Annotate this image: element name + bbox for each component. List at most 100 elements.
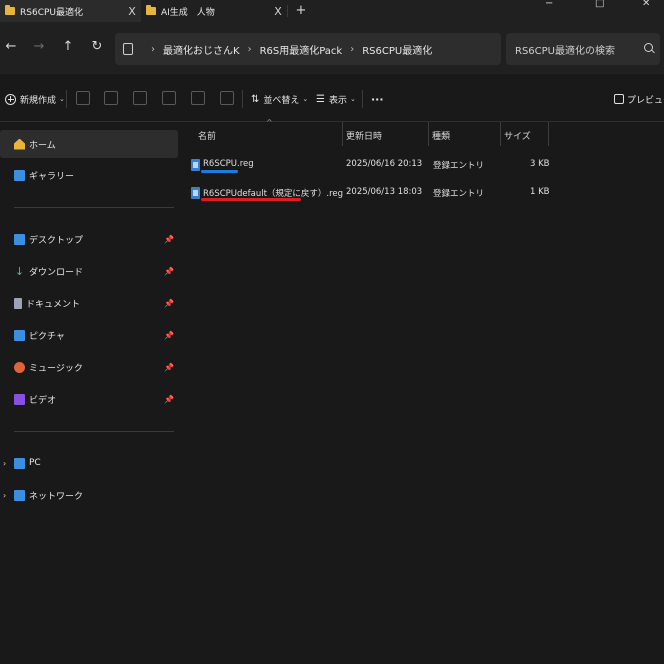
- sidebar-item-network[interactable]: › ネットワーク: [0, 481, 178, 509]
- preview-pane-icon: [614, 94, 624, 104]
- sidebar-item-label: PC: [29, 458, 41, 468]
- column-divider[interactable]: [428, 122, 429, 146]
- refresh-button[interactable]: ↻: [89, 39, 105, 55]
- new-label: 新規作成: [20, 95, 57, 106]
- sort-ascending-icon: ^: [266, 118, 273, 127]
- sidebar-item-gallery[interactable]: ギャラリー: [0, 161, 178, 189]
- chevron-down-icon: ⌄: [349, 95, 356, 103]
- breadcrumb-separator[interactable]: ›: [151, 44, 155, 55]
- share-icon[interactable]: [191, 91, 205, 105]
- file-type: 登録エントリ: [433, 189, 485, 199]
- close-window-button[interactable]: ✕: [642, 0, 650, 9]
- sidebar-item-label: ダウンロード: [29, 267, 84, 278]
- sidebar-item-desktop[interactable]: デスクトップ 📌: [0, 225, 178, 253]
- new-tab-button[interactable]: +: [292, 2, 310, 20]
- desktop-icon: [14, 233, 25, 245]
- documents-icon: [14, 297, 22, 309]
- column-header-size[interactable]: サイズ: [504, 127, 531, 147]
- sort-button[interactable]: ⇅ 並べ替え ⌄: [251, 91, 308, 107]
- pin-icon[interactable]: 📌: [164, 299, 174, 308]
- file-type: 登録エントリ: [433, 161, 485, 171]
- close-tab-icon[interactable]: X: [269, 5, 287, 18]
- sidebar-item-documents[interactable]: ドキュメント 📌: [0, 289, 178, 317]
- pin-icon[interactable]: 📌: [164, 395, 174, 404]
- gallery-icon: [14, 169, 25, 181]
- column-header-name[interactable]: 名前: [198, 127, 216, 147]
- cut-icon[interactable]: [76, 91, 90, 105]
- breadcrumb-separator[interactable]: ›: [248, 44, 252, 55]
- sidebar-item-home[interactable]: ホーム: [0, 130, 178, 158]
- column-header-modified[interactable]: 更新日時: [346, 127, 382, 147]
- sidebar-item-label: ビデオ: [29, 395, 57, 406]
- view-label: 表示: [328, 95, 347, 106]
- tab-label: RS6CPU最適化: [20, 7, 83, 18]
- breadcrumb-item[interactable]: 最適化おじさんK: [163, 42, 240, 57]
- new-button[interactable]: 新規作成 ⌄: [5, 91, 65, 107]
- file-size: 1 KB: [530, 187, 550, 197]
- rename-icon[interactable]: [162, 91, 176, 105]
- title-bar: RS6CPU最適化 X AI生成 人物 X + − □ ✕: [0, 0, 664, 22]
- sidebar-item-label: ピクチャ: [29, 331, 65, 342]
- maximize-button[interactable]: □: [595, 0, 604, 9]
- plus-icon: [5, 93, 16, 105]
- minimize-button[interactable]: −: [545, 0, 553, 9]
- back-button[interactable]: ←: [3, 39, 19, 55]
- paste-icon[interactable]: [133, 91, 147, 105]
- view-button[interactable]: ☰ 表示 ⌄: [316, 91, 356, 107]
- status-bar: [0, 658, 664, 664]
- tab-ai-portrait[interactable]: AI生成 人物 X: [141, 0, 287, 22]
- file-list: ^ 名前 更新日時 種類 サイズ R6SCPU.reg 2025/06/16 2…: [180, 118, 664, 658]
- registry-file-icon: [191, 187, 200, 199]
- tab-divider: [287, 5, 288, 17]
- preview-button[interactable]: プレビュー: [614, 91, 664, 107]
- registry-file-icon: [191, 159, 200, 171]
- file-row[interactable]: R6SCPUdefault（規定に戻す）.reg 2025/06/13 18:0…: [188, 181, 550, 205]
- close-tab-icon[interactable]: X: [123, 5, 141, 18]
- network-icon: [14, 489, 25, 501]
- chevron-right-icon[interactable]: ›: [3, 459, 6, 468]
- chevron-down-icon: ⌄: [302, 95, 309, 103]
- column-divider[interactable]: [342, 122, 343, 146]
- column-header-type[interactable]: 種類: [432, 127, 450, 147]
- search-input[interactable]: RS6CPU最適化の検索: [506, 33, 660, 65]
- sidebar-item-label: ドキュメント: [26, 299, 81, 310]
- folder-icon: [5, 5, 15, 15]
- sort-icon: ⇅: [251, 93, 260, 105]
- divider: [362, 90, 363, 108]
- tab-rs6cpu[interactable]: RS6CPU最適化 X: [0, 0, 141, 22]
- sidebar-item-pc[interactable]: › PC: [0, 449, 178, 477]
- divider: [66, 90, 67, 108]
- home-icon: [14, 138, 25, 150]
- pin-icon[interactable]: 📌: [164, 363, 174, 372]
- up-button[interactable]: ↑: [60, 39, 76, 55]
- forward-button[interactable]: →: [31, 39, 47, 55]
- column-divider[interactable]: [548, 122, 549, 146]
- pin-icon[interactable]: 📌: [164, 331, 174, 340]
- sidebar-item-label: ネットワーク: [29, 491, 84, 502]
- file-row[interactable]: R6SCPU.reg 2025/06/16 20:13 登録エントリ 3 KB: [188, 153, 550, 177]
- breadcrumb-item[interactable]: RS6CPU最適化: [362, 42, 432, 57]
- sidebar-item-music[interactable]: ミュージック 📌: [0, 353, 178, 381]
- sidebar-item-videos[interactable]: ビデオ 📌: [0, 385, 178, 413]
- chevron-right-icon[interactable]: ›: [3, 491, 6, 500]
- more-options-button[interactable]: ···: [371, 91, 384, 107]
- navigation-bar: ← → ↑ ↻ › 最適化おじさんK › R6S用最適化Pack › RS6CP…: [0, 22, 664, 74]
- pin-icon[interactable]: 📌: [164, 235, 174, 244]
- address-bar[interactable]: › 最適化おじさんK › R6S用最適化Pack › RS6CPU最適化: [115, 33, 501, 65]
- column-divider[interactable]: [500, 122, 501, 146]
- copy-icon[interactable]: [104, 91, 118, 105]
- sidebar-item-downloads[interactable]: ↓ ダウンロード 📌: [0, 257, 178, 285]
- download-icon: ↓: [14, 264, 25, 278]
- sidebar-item-pictures[interactable]: ピクチャ 📌: [0, 321, 178, 349]
- sort-label: 並べ替え: [263, 95, 300, 106]
- breadcrumb-separator[interactable]: ›: [350, 44, 354, 55]
- pin-icon[interactable]: 📌: [164, 267, 174, 276]
- tab-label: AI生成 人物: [161, 7, 215, 18]
- search-icon[interactable]: [644, 43, 653, 52]
- breadcrumb-item[interactable]: R6S用最適化Pack: [260, 42, 343, 57]
- videos-icon: [14, 393, 25, 405]
- chevron-down-icon: ⌄: [59, 95, 65, 103]
- sidebar-divider: [14, 207, 174, 208]
- delete-icon[interactable]: [220, 91, 234, 105]
- music-icon: [14, 361, 25, 373]
